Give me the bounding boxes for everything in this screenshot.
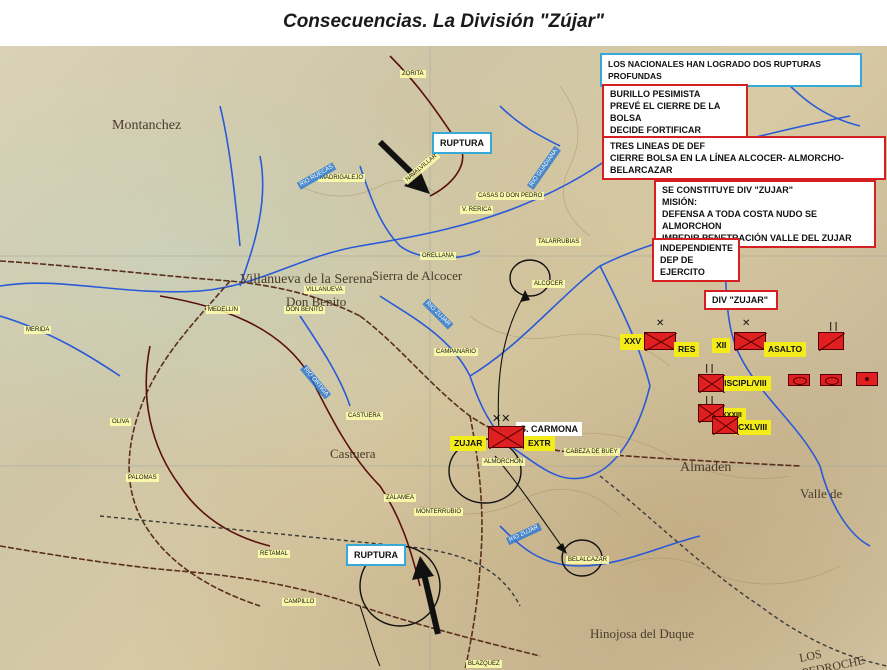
div-zujar-label: DIV "ZUJAR" <box>704 290 778 310</box>
note-independiente-line-2: DEP DE EJERCITO <box>660 255 705 277</box>
town-cabeza-de-buey: CABEZA DE BUEY <box>564 448 620 456</box>
town-casas-don-pedro: CASAS D DON PEDRO <box>476 192 545 200</box>
place-hinojosa: Hinojosa del Duque <box>590 626 694 641</box>
zujar-label: ZUJAR <box>450 436 487 451</box>
xxv-label: XXV <box>620 334 646 350</box>
carmona-label: S. CARMONA <box>516 422 582 436</box>
xii-label: XII <box>712 338 731 353</box>
brigade-symbol-xii: ✕ <box>742 318 751 329</box>
unit-xxv <box>644 332 677 351</box>
place-almaden: Almaden <box>680 460 732 475</box>
note-burillo-line-3: DECIDE FORTIFICAR <box>610 125 701 135</box>
unit-cxlviii <box>712 416 739 435</box>
town-villanueva: VILLANUEVA <box>304 286 345 294</box>
note-division-line-3: DEFENSA A TODA COSTA NUDO SE ALMORCHON <box>662 209 818 231</box>
unit-discipl <box>698 374 725 393</box>
res-label: RES <box>674 342 700 357</box>
town-belalcazar: BELALCAZAR <box>566 556 610 564</box>
unit-xii <box>734 332 767 351</box>
unit-armor-2 <box>820 374 842 386</box>
unit-battalion-east <box>818 332 845 351</box>
town-monterrubio: MONTERRUBIO <box>414 508 463 516</box>
note-burillo-line-1: BURILLO PESIMISTA <box>610 89 701 99</box>
note-division-line-1: SE CONSTITUYE DIV "ZUJAR" <box>662 185 794 195</box>
town-almorchon: ALMORCHÓN <box>482 458 526 466</box>
town-castuera: CASTUERA <box>346 412 383 420</box>
cxlviii-label: CXLVIII <box>734 420 772 435</box>
ruptura-south-label: RUPTURA <box>346 544 406 566</box>
town-palomas: PALOMAS <box>126 474 159 482</box>
town-oliva: OLIVA <box>110 418 132 426</box>
town-alcocer: ALCOCER <box>532 280 566 288</box>
note-lineas: TRES LINEAS DE DEF CIERRE BOLSA EN LA LÍ… <box>602 136 886 180</box>
note-burillo: BURILLO PESIMISTA PREVÉ EL CIERRE DE LA … <box>602 84 748 140</box>
place-castuera: Castuera <box>330 446 376 461</box>
front-lines <box>145 55 464 587</box>
town-blazquez: BLAZQUEZ <box>466 660 502 668</box>
battalion-symbol-discipl: || <box>704 364 715 374</box>
historical-map: Montanchez Villanueva de la Serena Don B… <box>0 46 887 670</box>
town-retamal: RETAMAL <box>258 550 290 558</box>
town-zorita: ZORITA <box>400 70 426 78</box>
town-medellin: MEDELLIN <box>206 306 241 314</box>
town-campanario: CAMPANARIO <box>434 348 478 356</box>
town-orellana: ORELLANA <box>420 252 457 260</box>
note-lineas-line-2: CIERRE BOLSA EN LA LÍNEA ALCOCER- ALMORC… <box>610 153 844 175</box>
battalion-symbol: || <box>828 322 839 332</box>
note-rupturas: LOS NACIONALES HAN LOGRADO DOS RUPTURAS … <box>600 53 862 87</box>
note-independiente-line-1: INDEPENDIENTE <box>660 243 734 253</box>
place-montanchez: Montanchez <box>112 118 182 133</box>
place-valle: Valle de <box>800 486 843 501</box>
place-sierra-alcocer: Sierra de Alcocer <box>372 268 463 283</box>
town-merida: MERIDA <box>24 326 52 334</box>
town-zalamea: ZALAMEA <box>384 494 417 502</box>
zujar-hq-unit <box>488 426 525 449</box>
ruptura-north-label: RUPTURA <box>432 132 492 154</box>
brigade-symbol-xxv: ✕ <box>656 318 665 329</box>
note-independiente: INDEPENDIENTE DEP DE EJERCITO <box>652 238 740 282</box>
town-talarrubias: TALARRUBIAS <box>536 238 582 246</box>
unit-armor-1 <box>788 374 810 386</box>
asalto-label: ASALTO <box>764 342 807 357</box>
unit-artillery <box>856 372 878 386</box>
corps-echelon-symbol: ✕✕ <box>492 412 511 425</box>
note-division-line-2: MISIÓN: <box>662 197 697 207</box>
note-lineas-line-1: TRES LINEAS DE DEF <box>610 141 706 151</box>
boundary-lines <box>99 475 887 667</box>
extr-label: EXTR <box>524 436 555 451</box>
map-title: Consecuencias. La División "Zújar" <box>282 11 605 32</box>
note-burillo-line-2: PREVÉ EL CIERRE DE LA BOLSA <box>610 101 721 123</box>
town-campillo: CAMPILLO <box>282 598 317 606</box>
town-don-benito: DON BENITO <box>284 306 326 314</box>
town-v-rerica: V. RERICA <box>460 206 494 214</box>
